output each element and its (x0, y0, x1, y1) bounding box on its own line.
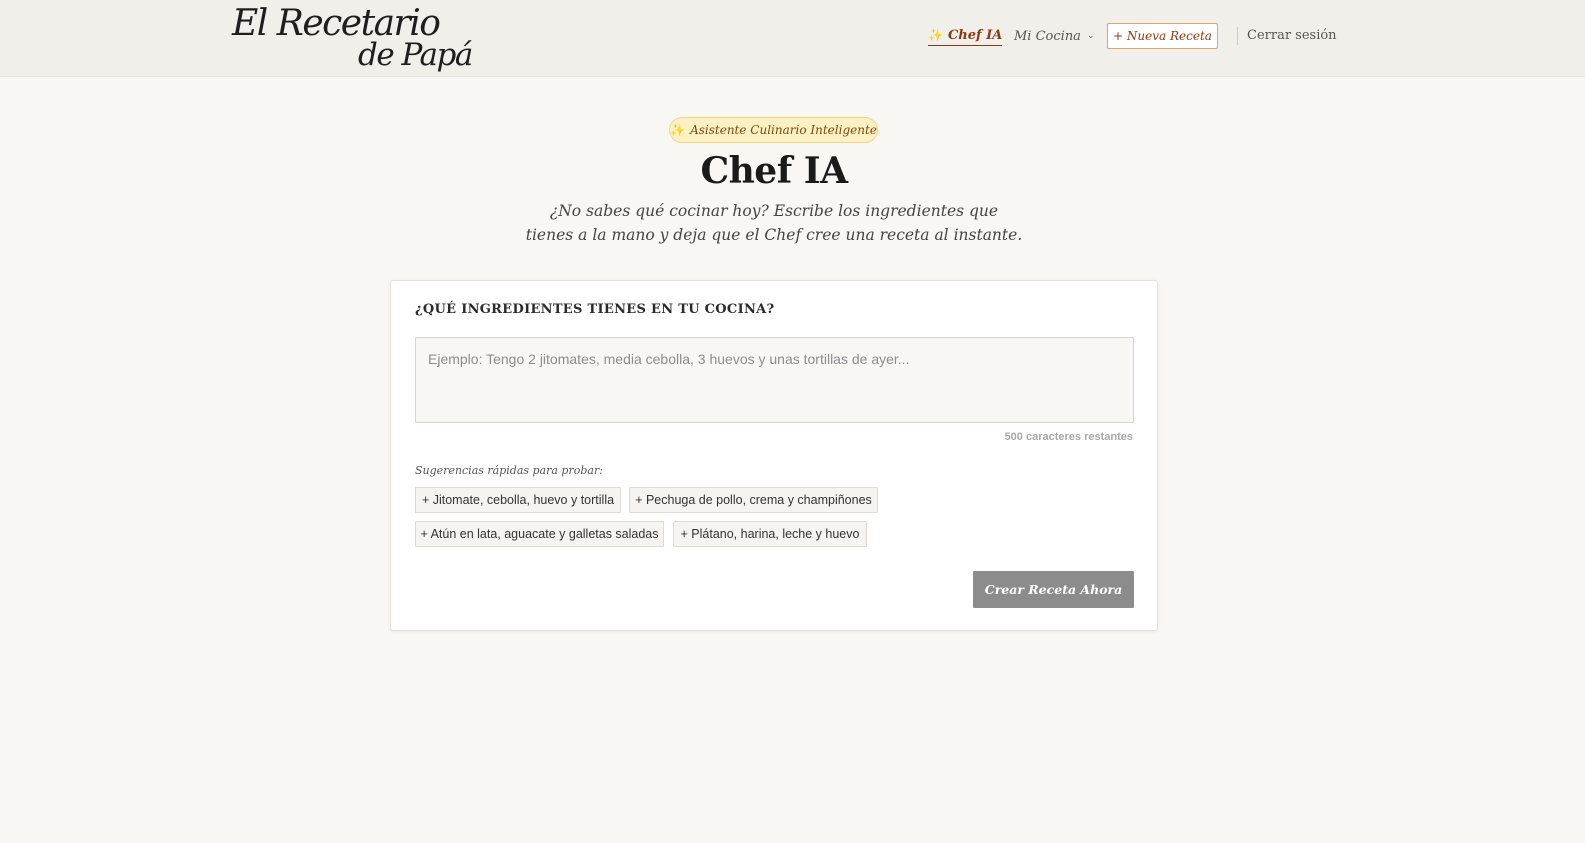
new-recipe-button[interactable]: + Nueva Receta (1107, 23, 1218, 49)
nav-chef-ia-label: Chef IA (947, 27, 1003, 43)
top-navbar: El Recetario de Papá ✨ Chef IA Mi Cocina… (0, 0, 1585, 77)
chevron-down-icon: ⌄ (1086, 31, 1095, 41)
nav-chef-ia-link[interactable]: ✨ Chef IA (928, 26, 1003, 46)
suggestion-chip[interactable]: + Jitomate, cebolla, huevo y tortilla (415, 487, 621, 513)
ingredients-input[interactable] (415, 337, 1134, 423)
logo-line-2: de Papá (358, 37, 473, 73)
suggestion-chip[interactable]: + Atún en lata, aguacate y galletas sala… (415, 521, 664, 547)
site-logo[interactable]: El Recetario de Papá (232, 4, 473, 74)
assistant-badge-label: Asistente Culinario Inteligente (690, 123, 877, 137)
suggestion-chip[interactable]: + Pechuga de pollo, crema y champiñones (629, 487, 878, 513)
nav-mi-cocina-dropdown[interactable]: Mi Cocina ⌄ (1014, 27, 1094, 45)
page-title: Chef IA (700, 150, 848, 192)
sparkle-icon: ✨ (670, 123, 686, 137)
ingredients-card: ¿QUÉ INGREDIENTES TIENES EN TU COCINA? 5… (390, 280, 1158, 631)
suggestion-chip[interactable]: + Plátano, harina, leche y huevo (673, 521, 867, 547)
page-subtitle: ¿No sabes qué cocinar hoy? Escribe los i… (525, 202, 1023, 244)
nav-divider (1237, 27, 1238, 45)
assistant-badge: ✨ Asistente Culinario Inteligente (669, 117, 878, 143)
char-counter: 500 caracteres restantes (1004, 431, 1133, 443)
logout-link[interactable]: Cerrar sesión (1247, 27, 1337, 45)
suggestions-label: Sugerencias rápidas para probar: (415, 464, 603, 477)
nav-mi-cocina-label: Mi Cocina (1014, 28, 1081, 44)
ingredients-label: ¿QUÉ INGREDIENTES TIENES EN TU COCINA? (415, 302, 775, 317)
create-recipe-button[interactable]: Crear Receta Ahora (973, 571, 1134, 608)
sparkle-icon: ✨ (928, 28, 943, 42)
